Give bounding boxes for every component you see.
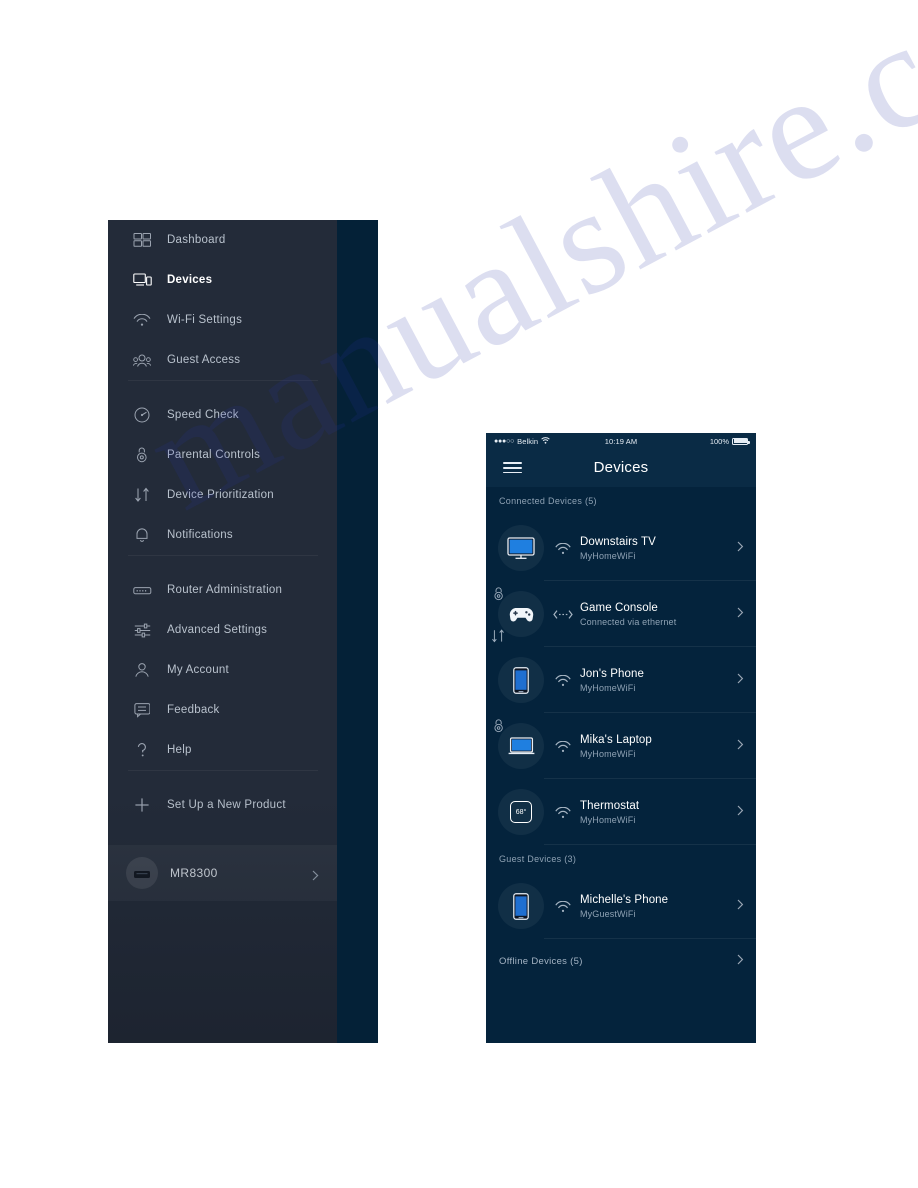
- battery-percent-label: 100%: [709, 436, 729, 446]
- chevron-right-icon: [737, 671, 744, 689]
- device-network: MyHomeWiFi: [580, 550, 636, 561]
- device-info: Mika's Laptop MyHomeWiFi: [580, 734, 737, 759]
- wifi-icon: [550, 806, 576, 818]
- section-header: Guest Devices (3): [499, 854, 577, 864]
- thermostat-temperature-label: 68°: [510, 801, 532, 823]
- device-info: Game Console Connected via ethernet: [580, 602, 737, 627]
- device-row[interactable]: Game Console Connected via ethernet: [486, 581, 756, 647]
- offline-devices-row[interactable]: Offline Devices (5): [486, 939, 756, 983]
- page-title: Devices: [593, 459, 649, 476]
- parental-controls-badge-icon: [492, 718, 506, 734]
- ethernet-icon: [550, 609, 576, 620]
- phone-header: Devices: [486, 449, 756, 487]
- device-name: Mika's Laptop: [580, 733, 652, 746]
- game-controller-icon: [492, 587, 544, 643]
- menu-drawer-panel: DashboardDevicesWi-Fi SettingsGuest Acce…: [108, 220, 378, 1043]
- wifi-icon: [541, 436, 550, 446]
- device-row[interactable]: 68° Thermostat MyHomeWiFi: [486, 779, 756, 845]
- hamburger-icon[interactable]: [503, 462, 522, 474]
- device-info: Downstairs TV MyHomeWiFi: [580, 536, 737, 561]
- device-name: Michelle's Phone: [580, 893, 669, 906]
- device-info: Thermostat MyHomeWiFi: [580, 800, 737, 825]
- carrier-label: Belkin: [517, 436, 539, 446]
- device-name: Jon's Phone: [580, 667, 645, 680]
- menu-drawer: DashboardDevicesWi-Fi SettingsGuest Acce…: [108, 220, 337, 1043]
- device-info: Jon's Phone MyHomeWiFi: [580, 668, 737, 693]
- tv-icon: [498, 525, 544, 571]
- parental-controls-badge-icon: [492, 586, 506, 602]
- status-bar-right: 100%: [637, 436, 750, 446]
- device-row[interactable]: Mika's Laptop MyHomeWiFi: [486, 713, 756, 779]
- chevron-right-icon: [737, 897, 744, 915]
- wifi-icon: [550, 542, 576, 554]
- device-row[interactable]: Downstairs TV MyHomeWiFi: [486, 515, 756, 581]
- drawer-shadow-overlay: [108, 220, 337, 1043]
- chevron-right-icon: [737, 737, 744, 755]
- prioritization-badge-icon: [491, 629, 507, 643]
- device-name: Downstairs TV: [580, 535, 656, 548]
- status-bar: ●●●○○ Belkin 10:19 AM 100%: [486, 433, 756, 449]
- smartphone-icon: [498, 883, 544, 929]
- offline-devices-label: Offline Devices (5): [499, 955, 583, 967]
- device-network: MyHomeWiFi: [580, 814, 636, 825]
- chevron-right-icon: [737, 803, 744, 821]
- smartphone-icon: [498, 657, 544, 703]
- device-list[interactable]: Connected Devices (5) Downstairs TV MyHome…: [486, 487, 756, 1043]
- section-header: Connected Devices (5): [499, 496, 597, 506]
- device-network: MyHomeWiFi: [580, 682, 636, 693]
- device-info: Michelle's Phone MyGuestWiFi: [580, 894, 737, 919]
- status-bar-left: ●●●○○ Belkin: [494, 437, 605, 446]
- laptop-icon: [494, 719, 544, 769]
- chevron-right-icon: [737, 539, 744, 557]
- battery-full-icon: [732, 437, 750, 445]
- device-row[interactable]: Jon's Phone MyHomeWiFi: [486, 647, 756, 713]
- device-network: MyGuestWiFi: [580, 908, 636, 919]
- wifi-icon: [550, 900, 576, 912]
- row-separator: [544, 844, 756, 845]
- menu-rail: [337, 220, 378, 1043]
- chevron-right-icon: [737, 605, 744, 623]
- device-network: MyHomeWiFi: [580, 748, 636, 759]
- device-name: Game Console: [580, 601, 658, 614]
- status-time: 10:19 AM: [604, 436, 638, 446]
- device-network: Connected via ethernet: [580, 616, 677, 627]
- device-row[interactable]: Michelle's Phone MyGuestWiFi: [486, 873, 756, 939]
- wifi-icon: [550, 740, 576, 752]
- thermostat-icon: 68°: [498, 789, 544, 835]
- device-name: Thermostat: [580, 799, 640, 812]
- signal-dots-icon: ●●●○○: [494, 437, 515, 445]
- wifi-icon: [550, 674, 576, 686]
- phone-screen-panel: ●●●○○ Belkin 10:19 AM 100% Devices Conne…: [486, 433, 756, 1043]
- chevron-right-icon: [737, 952, 744, 970]
